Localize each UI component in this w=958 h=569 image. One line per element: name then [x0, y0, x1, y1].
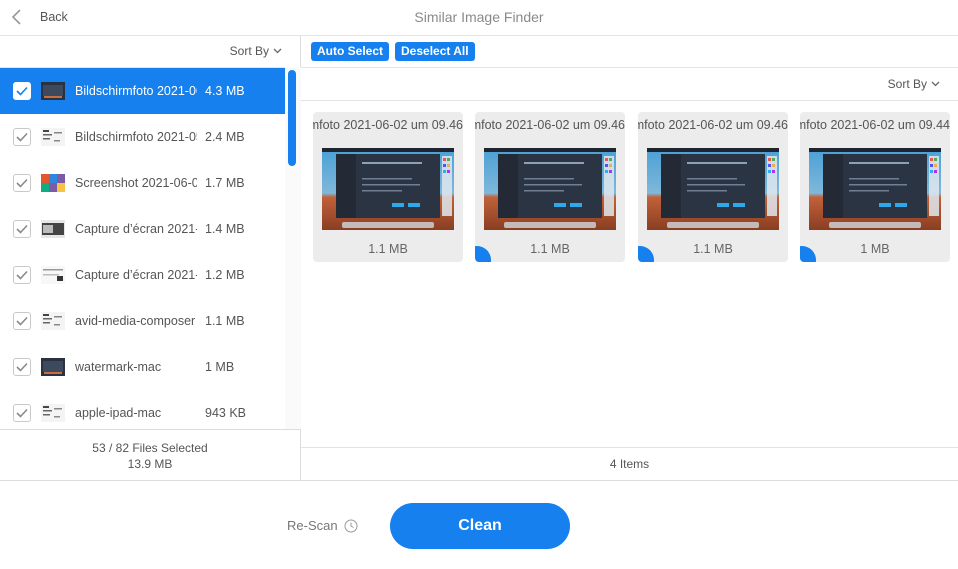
file-checkbox[interactable]	[13, 404, 31, 422]
file-checkbox[interactable]	[13, 174, 31, 192]
checkmark-icon	[16, 178, 28, 188]
file-thumbnail	[41, 82, 65, 100]
file-size: 1.2 MB	[205, 268, 245, 282]
scrollbar-thumb[interactable]	[288, 70, 296, 166]
checkmark-icon	[16, 224, 28, 234]
file-name: Capture d’écran 2021-0	[75, 268, 197, 282]
file-name: Screenshot 2021-06-0	[75, 176, 197, 190]
file-row[interactable]: Bildschirmfoto 2021-05 2.4 MB	[0, 114, 285, 160]
file-row[interactable]: Screenshot 2021-06-0 1.7 MB	[0, 160, 285, 206]
similar-image-card[interactable]: Bildschirmfoto 2021-06-02 um 09.46 1.1 MB	[475, 112, 625, 262]
file-size: 4.3 MB	[205, 84, 245, 98]
file-size: 943 KB	[205, 406, 247, 420]
right-sort-button[interactable]: Sort By	[888, 77, 940, 91]
checkmark-icon	[16, 132, 28, 142]
file-checkbox[interactable]	[13, 82, 31, 100]
file-size: 1.7 MB	[205, 176, 245, 190]
action-bar: Re-Scan Clean	[0, 480, 958, 569]
file-row[interactable]: Capture d’écran 2021-0 1.4 MB	[0, 206, 285, 252]
selection-summary: 53 / 82 Files Selected 13.9 MB	[0, 429, 300, 480]
clock-icon	[344, 519, 358, 532]
file-name: watermark-mac	[75, 360, 162, 374]
clean-button[interactable]: Clean	[390, 503, 570, 549]
image-size: 1 MB	[860, 242, 890, 256]
checkmark-icon	[16, 270, 28, 280]
image-title: Bildschirmfoto 2021-06-02 um 09.46	[475, 118, 625, 132]
divider	[301, 100, 958, 101]
title-bar: Back Similar Image Finder	[0, 0, 958, 36]
selected-count: 53 / 82 Files Selected	[92, 441, 208, 455]
checkmark-icon	[16, 316, 28, 326]
selected-size: 13.9 MB	[127, 457, 173, 471]
right-sort-label: Sort By	[887, 77, 927, 91]
rescan-button[interactable]: Re-Scan	[287, 518, 358, 533]
file-name: avid-media-composer	[75, 314, 196, 328]
similar-image-card[interactable]: Bildschirmfoto 2021-06-02 um 09.44 1 MB	[800, 112, 950, 262]
preview-panel: Auto Select Deselect All Sort By Bildsch…	[301, 36, 958, 480]
image-size: 1.1 MB	[530, 242, 570, 256]
left-sort-label: Sort By	[229, 44, 269, 58]
page-title: Similar Image Finder	[414, 9, 544, 25]
file-size: 2.4 MB	[205, 130, 245, 144]
file-thumbnail	[41, 128, 65, 146]
image-preview	[322, 148, 454, 230]
file-size: 1.4 MB	[205, 222, 245, 236]
image-preview	[484, 148, 616, 230]
image-preview	[647, 148, 779, 230]
file-thumbnail	[41, 220, 65, 238]
file-name: Bildschirmfoto 2021-05	[75, 130, 197, 144]
file-checkbox[interactable]	[13, 128, 31, 146]
preview-toolbar: Auto Select Deselect All	[301, 36, 958, 68]
image-size: 1.1 MB	[368, 242, 408, 256]
similar-image-card[interactable]: Bildschirmfoto 2021-06-02 um 09.46 1.1 MB	[638, 112, 788, 262]
file-row[interactable]: avid-media-composer 1.1 MB	[0, 298, 285, 344]
file-checkbox[interactable]	[13, 312, 31, 330]
file-name: apple-ipad-mac	[75, 406, 162, 420]
file-list-panel: Sort By Bildschirmfoto 2021-06 4.3 MB Bild…	[0, 36, 301, 480]
file-thumbnail	[41, 312, 65, 330]
image-size: 1.1 MB	[693, 242, 733, 256]
file-thumbnail	[41, 266, 65, 284]
image-title: Bildschirmfoto 2021-06-02 um 09.46	[638, 118, 788, 132]
chevron-down-icon	[931, 81, 940, 87]
deselect-all-button[interactable]: Deselect All	[395, 42, 475, 61]
checkmark-icon	[16, 86, 28, 96]
file-size: 1.1 MB	[205, 314, 245, 328]
similar-image-card[interactable]: Bildschirmfoto 2021-06-02 um 09.46 1.1 MB	[313, 112, 463, 262]
file-size: 1 MB	[205, 360, 235, 374]
file-thumbnail	[41, 404, 65, 422]
items-count: 4 Items	[301, 447, 958, 480]
file-checkbox[interactable]	[13, 220, 31, 238]
left-sort-button[interactable]: Sort By	[230, 44, 282, 58]
image-title: Bildschirmfoto 2021-06-02 um 09.44	[800, 118, 950, 132]
file-name: Capture d’écran 2021-0	[75, 222, 197, 236]
file-checkbox[interactable]	[13, 266, 31, 284]
checkmark-icon	[16, 408, 28, 418]
file-thumbnail	[41, 174, 65, 192]
file-row[interactable]: watermark-mac 1 MB	[0, 344, 285, 390]
image-title: Bildschirmfoto 2021-06-02 um 09.46	[313, 118, 463, 132]
rescan-label: Re-Scan	[287, 518, 338, 533]
checkmark-icon	[16, 362, 28, 372]
file-list: Bildschirmfoto 2021-06 4.3 MB Bildschirmfo…	[0, 67, 285, 429]
file-row[interactable]: Capture d’écran 2021-0 1.2 MB	[0, 252, 285, 298]
file-row[interactable]: Bildschirmfoto 2021-06 4.3 MB	[0, 68, 285, 114]
file-thumbnail	[41, 358, 65, 376]
auto-select-button[interactable]: Auto Select	[311, 42, 390, 61]
file-row[interactable]: apple-ipad-mac 943 KB	[0, 390, 285, 429]
file-name: Bildschirmfoto 2021-06	[75, 84, 197, 98]
image-preview	[809, 148, 941, 230]
chevron-down-icon	[273, 48, 282, 54]
file-checkbox[interactable]	[13, 358, 31, 376]
